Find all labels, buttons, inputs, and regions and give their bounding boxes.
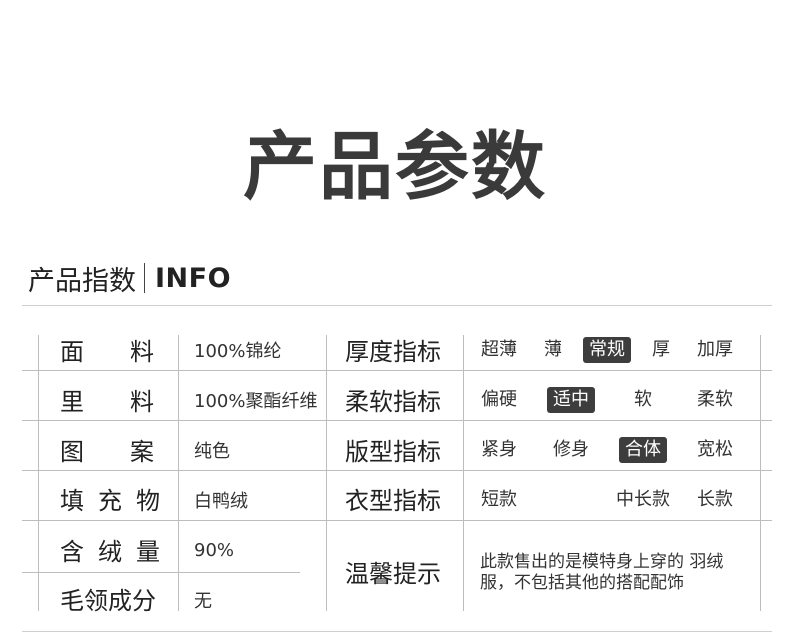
option-length: 短款 <box>481 489 517 510</box>
row-line <box>22 572 300 573</box>
header-rule <box>22 305 772 306</box>
col-line <box>38 335 39 611</box>
tip-text: 此款售出的是模特身上穿的 羽绒服，不包括其他的搭配配饰 <box>480 552 724 593</box>
label-collar-text: 毛领成分 <box>60 586 156 615</box>
row-line <box>22 370 772 371</box>
section-header: 产品指数 INFO <box>28 258 231 298</box>
option-thickness: 薄 <box>544 339 562 360</box>
section-title-en: INFO <box>155 262 232 294</box>
label-lining-text: 里料 <box>60 387 200 416</box>
col-line <box>326 335 327 611</box>
label-fabric: 面料 <box>60 333 160 366</box>
label-lining: 里料 <box>60 383 160 416</box>
option-softness: 柔软 <box>697 389 733 410</box>
option-thickness: 加厚 <box>697 339 733 360</box>
section-divider <box>144 263 145 293</box>
label-pattern-text: 图案 <box>60 437 200 466</box>
label-pattern: 图案 <box>60 433 160 466</box>
label-down-content-text: 含绒量 <box>60 537 174 566</box>
value-pattern: 纯色 <box>194 441 230 462</box>
col-line <box>463 335 464 611</box>
option-softness: 偏硬 <box>481 389 517 410</box>
label-down-content: 含绒量 <box>60 533 160 566</box>
option-fit: 修身 <box>553 439 589 460</box>
option-softness: 软 <box>634 389 652 410</box>
label-softness: 柔软指标 <box>345 387 441 416</box>
footer-rule <box>22 631 772 632</box>
label-filling: 填充物 <box>60 482 160 515</box>
label-tip: 温馨提示 <box>345 559 441 588</box>
label-thickness: 厚度指标 <box>345 337 441 366</box>
col-line <box>178 335 179 611</box>
row-line <box>22 420 772 421</box>
value-filling: 白鸭绒 <box>194 491 248 512</box>
option-thickness-selected: 常规 <box>583 337 631 363</box>
label-fit: 版型指标 <box>345 437 441 466</box>
row-line <box>22 520 772 521</box>
value-down-content: 90% <box>194 539 235 561</box>
option-fit-selected: 合体 <box>619 437 667 463</box>
option-softness-selected: 适中 <box>547 387 595 413</box>
label-fabric-text: 面料 <box>60 337 200 366</box>
section-title-cn: 产品指数 <box>28 265 136 297</box>
label-length: 衣型指标 <box>345 486 441 515</box>
value-lining: 100%聚酯纤维 <box>194 391 318 412</box>
row-line <box>22 470 772 471</box>
label-filling-text: 填充物 <box>60 486 174 515</box>
label-collar: 毛领成分 <box>60 582 160 615</box>
option-thickness: 厚 <box>652 339 670 360</box>
option-fit: 宽松 <box>697 439 733 460</box>
page-title: 产品参数 <box>243 124 547 210</box>
col-line <box>760 335 761 611</box>
value-fabric: 100%锦纶 <box>194 341 282 362</box>
option-length: 中长款 <box>616 489 670 510</box>
option-length: 长款 <box>697 489 733 510</box>
option-fit: 紧身 <box>481 439 517 460</box>
value-collar: 无 <box>194 591 212 612</box>
option-thickness: 超薄 <box>481 339 517 360</box>
